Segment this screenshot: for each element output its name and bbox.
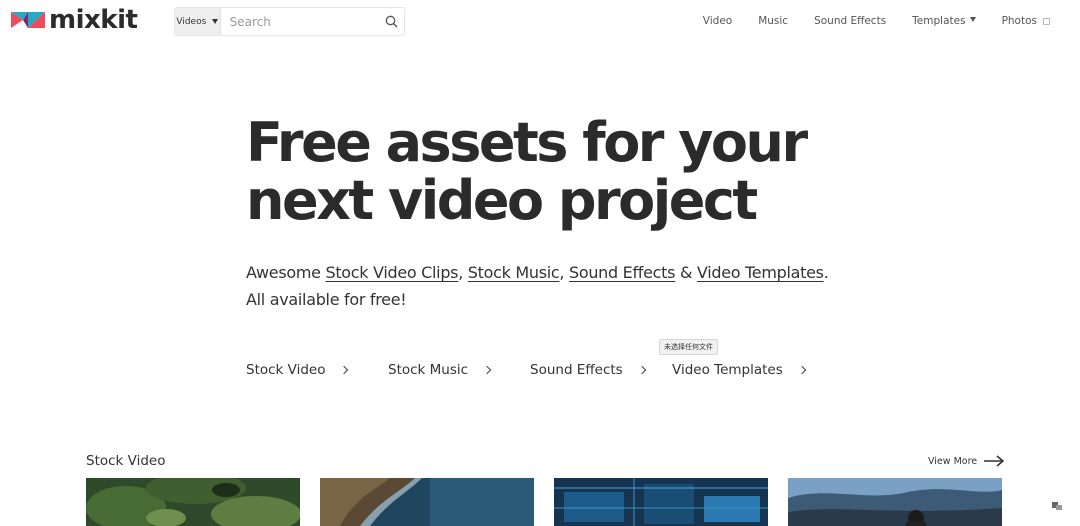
category-label: Sound Effects [530, 362, 623, 378]
category-label: Video Templates [672, 362, 783, 378]
nav-item-music[interactable]: Music [758, 15, 788, 27]
hero-title-line1: Free assets for your [246, 111, 808, 174]
hero-title-line2: next video project [246, 169, 758, 232]
logo-wordmark: mixkit [49, 5, 138, 35]
hero-title: Free assets for your next video project [246, 114, 866, 230]
file-tooltip: 未选择任何文件 [659, 339, 718, 355]
video-thumbnail-person-outdoors[interactable] [788, 478, 1002, 526]
nav-label: Photos [1001, 15, 1037, 27]
thumbnail-image [320, 478, 534, 526]
link-video-templates[interactable]: Video Templates [697, 263, 824, 282]
thumbnail-image [554, 478, 768, 526]
hero-subtitle: Awesome Stock Video Clips, Stock Music, … [246, 259, 829, 313]
category-link-sound-effects[interactable]: Sound Effects [530, 362, 672, 378]
separator: . [823, 263, 829, 282]
search-icon [385, 15, 398, 28]
top-header: mixkit Videos Video Music Sound Effects … [0, 0, 1080, 44]
search-category-select[interactable]: Videos [175, 8, 221, 35]
video-thumbnail-circuit[interactable] [554, 478, 768, 526]
chevron-down-icon [969, 17, 976, 22]
video-thumbnail-leaves[interactable] [86, 478, 300, 526]
category-link-stock-video[interactable]: Stock Video [246, 362, 388, 378]
video-thumbnail-coastline[interactable] [320, 478, 534, 526]
view-more-label: View More [928, 455, 978, 467]
chevron-down-icon [212, 19, 219, 24]
nav-item-sound-effects[interactable]: Sound Effects [814, 15, 886, 27]
chevron-right-icon [482, 365, 492, 375]
search-category-label: Videos [176, 16, 207, 27]
link-stock-music[interactable]: Stock Music [468, 263, 560, 282]
category-link-stock-music[interactable]: Stock Music [388, 362, 530, 378]
link-stock-video-clips[interactable]: Stock Video Clips [325, 263, 458, 282]
separator: , [458, 263, 468, 282]
category-links: Stock Video Stock Music Sound Effects Vi… [246, 362, 806, 378]
mixkit-logo-mark-icon [11, 12, 45, 28]
video-thumbnails [86, 478, 1002, 526]
thumbnail-image [86, 478, 300, 526]
chevron-right-icon [637, 365, 646, 375]
nav-item-photos[interactable]: Photos [1002, 15, 1050, 27]
hero-sub-prefix: Awesome [246, 263, 326, 282]
separator: , [559, 263, 569, 282]
nav-item-templates[interactable]: Templates [912, 15, 976, 27]
search-input[interactable] [220, 8, 380, 35]
thumbnail-image [788, 478, 1002, 526]
nav-label: Music [758, 15, 789, 27]
nav-label: Sound Effects [814, 15, 887, 27]
external-link-icon [1043, 17, 1050, 25]
category-label: Stock Music [388, 362, 469, 378]
link-sound-effects[interactable]: Sound Effects [569, 263, 676, 282]
nav-label: Templates [912, 15, 966, 27]
hero-sub-line2: All available for free! [246, 290, 407, 309]
separator: & [675, 263, 697, 282]
category-label: Stock Video [246, 362, 326, 378]
view-more-link[interactable]: View More [928, 455, 1005, 467]
chevron-right-icon [340, 365, 349, 375]
section-title-stock-video: Stock Video [86, 453, 166, 469]
arrow-right-icon [984, 455, 1005, 467]
chevron-right-icon [797, 365, 806, 375]
search-bar: Videos [174, 7, 405, 36]
mixkit-logo[interactable]: mixkit [11, 5, 138, 35]
main-nav: Video Music Sound Effects Templates Phot… [677, 15, 1050, 27]
category-link-video-templates[interactable]: Video Templates [672, 362, 806, 378]
nav-item-video[interactable]: Video [703, 15, 732, 27]
search-button[interactable] [380, 8, 404, 35]
resize-handle-icon[interactable] [1051, 500, 1063, 512]
nav-label: Video [702, 15, 733, 27]
